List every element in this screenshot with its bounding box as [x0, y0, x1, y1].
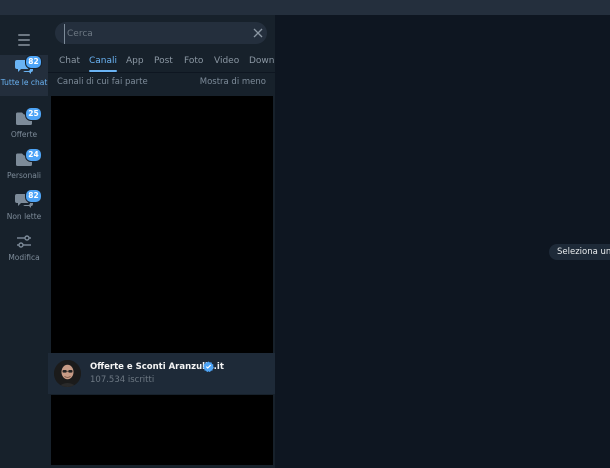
- tab-canali[interactable]: Canali: [89, 55, 118, 72]
- folder-sidebar: 82 Tutte le chat 25 Offerte 24 Personali…: [0, 15, 48, 468]
- hamburger-menu-button[interactable]: [0, 23, 48, 57]
- unread-badge: 24: [25, 148, 42, 162]
- folder-non-lette[interactable]: 82 Non lette: [0, 189, 48, 230]
- unread-badge: 82: [25, 55, 42, 69]
- tab-download[interactable]: Download: [249, 55, 275, 72]
- tab-post[interactable]: Post: [154, 55, 173, 72]
- channel-list-item[interactable]: Offerte e Sconti Aranzulla.it 107.534 is…: [48, 353, 275, 394]
- verified-badge-icon: [203, 361, 214, 372]
- search-input[interactable]: [64, 24, 249, 44]
- folder-label: Tutte le chat: [0, 78, 48, 87]
- close-icon[interactable]: [252, 27, 264, 39]
- folder-modifica[interactable]: Modifica: [0, 230, 48, 271]
- empty-state-hint: Seleziona una: [549, 244, 610, 260]
- empty-state-text: Seleziona una: [557, 247, 610, 257]
- tab-foto[interactable]: Foto: [184, 55, 203, 72]
- sliders-icon: [17, 235, 31, 248]
- avatar: [54, 360, 81, 387]
- window-title-bar: [0, 0, 610, 15]
- folder-label: Modifica: [8, 253, 40, 262]
- avatar-portrait-icon: [54, 360, 81, 387]
- search-tabs: Chat Canali App Post Foto Video Download: [48, 55, 275, 72]
- tab-app[interactable]: App: [126, 55, 144, 72]
- tab-video[interactable]: Video: [214, 55, 239, 72]
- folder-label: Offerte: [10, 130, 38, 139]
- divider: [48, 72, 275, 73]
- folder-all-chats[interactable]: 82 Tutte le chat: [0, 55, 48, 96]
- tab-chat[interactable]: Chat: [59, 55, 80, 72]
- search-box: [55, 22, 267, 44]
- folder-label: Non lette: [6, 212, 42, 221]
- unread-badge: 25: [25, 107, 42, 121]
- folder-offerte[interactable]: 25 Offerte: [0, 107, 48, 148]
- menu-line-icon: [18, 44, 30, 46]
- chat-list-panel: Chat Canali App Post Foto Video Download…: [48, 15, 275, 468]
- redacted-area: [51, 395, 273, 465]
- menu-line-icon: [18, 34, 30, 36]
- conversation-pane: [275, 15, 610, 468]
- subscriber-count: 107.534 iscritti: [90, 375, 155, 385]
- show-less-link[interactable]: Mostra di meno: [200, 77, 266, 87]
- redacted-area: [51, 96, 273, 353]
- folder-label: Personali: [7, 171, 41, 180]
- menu-line-icon: [18, 39, 30, 41]
- unread-badge: 82: [25, 189, 42, 203]
- section-title: Canali di cui fai parte: [57, 77, 148, 87]
- folder-personali[interactable]: 24 Personali: [0, 148, 48, 189]
